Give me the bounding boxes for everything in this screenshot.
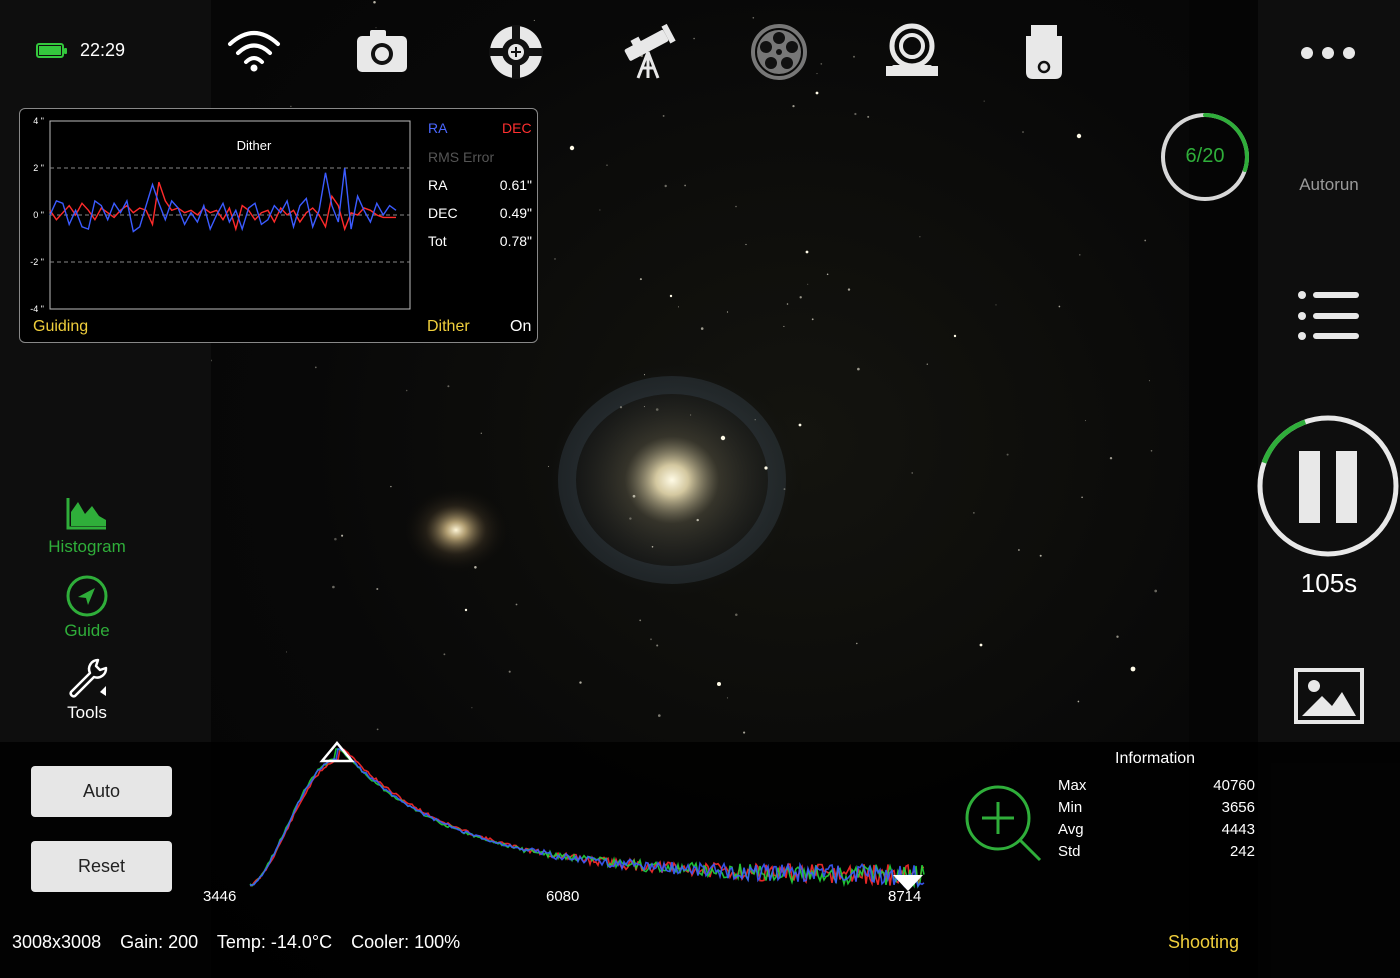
- guide-scope-icon[interactable]: [486, 22, 546, 82]
- histogram-tick-mid: 6080: [546, 888, 580, 905]
- tools-label[interactable]: Tools: [12, 703, 162, 723]
- storage-icon[interactable]: [1014, 22, 1074, 82]
- info-min-value: 3656: [1221, 799, 1255, 816]
- telescope-icon[interactable]: [618, 22, 678, 82]
- y-tick-label: 0 ": [33, 210, 44, 220]
- rms-ra-value: 0.61": [499, 177, 532, 193]
- guiding-panel[interactable]: 4 " 2 " 0 " -2 " -4 " Dither RA DEC RMS Erro…: [19, 108, 538, 343]
- resolution-text: 3008x3008: [12, 932, 102, 952]
- rms-tot-label: Tot: [428, 233, 447, 249]
- filter-wheel-icon[interactable]: [749, 22, 809, 82]
- legend-ra: RA: [428, 120, 448, 136]
- camera-icon[interactable]: [352, 22, 412, 82]
- shooting-status: Shooting: [1168, 932, 1240, 952]
- histogram-chart[interactable]: [240, 735, 940, 895]
- chart-title: Dither: [237, 138, 272, 153]
- legend-dec: DEC: [502, 120, 532, 136]
- exposure-countdown: 105s: [1300, 568, 1358, 598]
- companion-galaxy: [401, 485, 511, 575]
- histogram-tick-max: 8714: [888, 888, 922, 905]
- wrench-icon[interactable]: [66, 656, 110, 700]
- histogram-tick-min: 3446: [203, 888, 237, 905]
- battery-icon: [36, 43, 67, 58]
- rms-dec-value: 0.49": [499, 205, 532, 221]
- clock: 22:29: [80, 40, 126, 60]
- guiding-chart: 4 " 2 " 0 " -2 " -4 " Dither: [30, 116, 411, 314]
- pause-icon: [1299, 451, 1320, 523]
- y-tick-label: 2 ": [33, 163, 44, 173]
- autorun-button[interactable]: Autorun: [1258, 175, 1400, 195]
- y-tick-label: -4 ": [30, 304, 44, 314]
- rms-ra-label: RA: [428, 177, 448, 193]
- more-menu-icon[interactable]: [1298, 43, 1358, 63]
- cooler-text: Cooler: 100%: [351, 932, 461, 952]
- auto-stretch-button[interactable]: Auto: [31, 766, 172, 817]
- histogram-tool-label[interactable]: Histogram: [12, 537, 162, 557]
- series-line-ra: [49, 167, 397, 233]
- info-min-label: Min: [1058, 799, 1083, 816]
- reset-stretch-button[interactable]: Reset: [31, 841, 172, 892]
- pause-button[interactable]: [1256, 414, 1400, 558]
- rms-error-label: RMS Error: [428, 149, 495, 165]
- sequence-progress-text: 6/20: [1185, 145, 1225, 167]
- gain-text: Gain: 200: [120, 932, 199, 952]
- guide-tool-label[interactable]: Guide: [12, 621, 162, 641]
- camera-status-line: 3008x3008 Gain: 200 Temp: -14.0°C Cooler…: [12, 932, 474, 953]
- zoom-in-icon[interactable]: [964, 784, 1044, 864]
- histogram-icon[interactable]: [66, 496, 108, 530]
- info-avg-label: Avg: [1058, 821, 1084, 838]
- info-std-value: 242: [1229, 843, 1255, 860]
- focuser-icon[interactable]: [882, 22, 942, 82]
- info-std-label: Std: [1058, 843, 1081, 860]
- y-tick-label: -2 ": [30, 257, 44, 267]
- rms-dec-label: DEC: [428, 205, 458, 221]
- guiding-label[interactable]: Guiding: [33, 318, 88, 336]
- gallery-icon[interactable]: [1294, 668, 1364, 724]
- info-avg-value: 4443: [1221, 821, 1255, 838]
- wifi-icon[interactable]: [224, 22, 284, 82]
- information-title: Information: [1115, 750, 1196, 767]
- guide-icon[interactable]: [66, 575, 108, 617]
- info-max-value: 40760: [1213, 777, 1255, 794]
- y-tick-label: 4 ": [33, 116, 44, 126]
- temperature-text: Temp: -14.0°C: [216, 932, 333, 952]
- list-menu-icon[interactable]: [1297, 290, 1361, 342]
- dither-label: Dither: [427, 318, 470, 335]
- info-max-label: Max: [1058, 777, 1087, 794]
- dither-state-toggle[interactable]: On: [510, 318, 531, 336]
- rms-tot-value: 0.78": [499, 233, 532, 249]
